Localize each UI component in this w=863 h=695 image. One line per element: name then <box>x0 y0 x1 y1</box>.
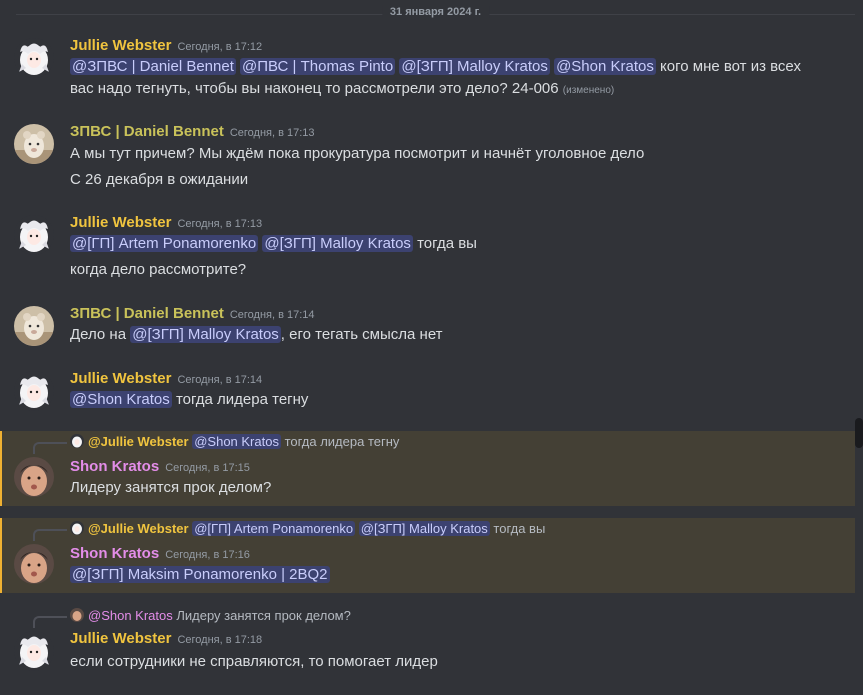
timestamp: Сегодня, в 17:16 <box>165 549 250 561</box>
message-text: тогда лидера тегну <box>171 391 309 408</box>
edited-label: (изменено) <box>562 85 615 96</box>
message-header: ЗПВС | Daniel Bennet Сегодня, в 17:14 <box>70 305 315 323</box>
avatar-shon[interactable] <box>14 544 54 584</box>
author-name[interactable]: Jullie Webster <box>70 370 171 387</box>
author-name[interactable]: Jullie Webster <box>70 37 171 54</box>
avatar-jullie[interactable] <box>14 215 54 255</box>
author-name[interactable]: ЗПВС | Daniel Bennet <box>70 305 224 322</box>
message-highlighted: @Jullie Webster @[ГП] Artem Ponamorenko … <box>0 518 855 593</box>
message-line: Дело на @[ЗГП] Malloy Kratos, его тегать… <box>70 324 443 346</box>
user-mention[interactable]: @[ЗГП] Malloy Kratos <box>399 58 550 75</box>
date-divider: 31 января 2024 г. <box>16 5 855 23</box>
message-text: вас надо тегнуть, чтобы вы наконец то ра… <box>70 80 563 97</box>
reply-author[interactable]: @Jullie Webster <box>88 434 189 449</box>
message: Jullie Webster Сегодня, в 17:12 @ЗПВС | D… <box>0 30 855 102</box>
avatar-jullie[interactable] <box>14 38 54 78</box>
message: Jullie Webster Сегодня, в 17:14 @Shon Kra… <box>0 363 855 419</box>
reply-spine <box>33 442 67 454</box>
user-mention[interactable]: @Shon Kratos <box>70 391 172 408</box>
message-header: Jullie Webster Сегодня, в 17:14 <box>70 370 262 388</box>
reply-avatar <box>70 434 84 448</box>
message-header: Jullie Webster Сегодня, в 17:13 <box>70 214 262 232</box>
message-header: Jullie Webster Сегодня, в 17:18 <box>70 630 262 648</box>
timestamp: Сегодня, в 17:12 <box>177 41 263 53</box>
user-mention[interactable]: @[ЗГП] Malloy Kratos <box>262 235 413 252</box>
user-mention[interactable]: @Shon Kratos <box>554 58 656 75</box>
message-highlighted: @Jullie Webster @Shon Kratos тогда лидер… <box>0 431 855 506</box>
message-line: если сотрудники не справляются, то помог… <box>70 653 438 670</box>
message-line: @Shon Kratos тогда лидера тегну <box>70 389 308 411</box>
avatar-jullie[interactable] <box>14 631 54 671</box>
timestamp: Сегодня, в 17:14 <box>177 374 263 386</box>
message-line: С 26 декабря в ожидании <box>70 171 249 188</box>
reply-preview[interactable]: @Jullie Webster @[ГП] Artem Ponamorenko … <box>33 521 546 541</box>
message-text: кого мне вот из всех <box>655 58 801 75</box>
user-mention[interactable]: @[ГП] Artem Ponamorenko <box>192 521 356 536</box>
user-mention[interactable]: @[ГП] Artem Ponamorenko <box>70 235 259 252</box>
avatar-daniel[interactable] <box>14 306 54 346</box>
divider-date: 31 января 2024 г. <box>381 6 490 18</box>
author-name[interactable]: Jullie Webster <box>70 214 171 231</box>
reply-preview[interactable]: @Shon Kratos Лидеру занятся прок делом? <box>33 608 351 628</box>
timestamp: Сегодня, в 17:13 <box>177 218 263 230</box>
message-header: Shon Kratos Сегодня, в 17:16 <box>70 545 250 563</box>
avatar-daniel[interactable] <box>14 124 54 164</box>
message-line: вас надо тегнуть, чтобы вы наконец то ра… <box>70 78 614 102</box>
timestamp: Сегодня, в 17:15 <box>165 462 250 474</box>
user-mention[interactable]: @ПВС | Thomas Pinto <box>240 58 396 75</box>
reply-author[interactable]: @Jullie Webster <box>88 521 189 536</box>
message-line: @[ЗГП] Maksim Ponamorenko | 2BQ2 <box>70 564 330 586</box>
message: ЗПВС | Daniel Bennet Сегодня, в 17:13 А м… <box>0 116 855 196</box>
reply-avatar <box>70 608 84 622</box>
avatar-jullie[interactable] <box>14 371 54 411</box>
user-mention[interactable]: @[ЗГП] Maksim Ponamorenko | 2BQ2 <box>70 566 330 583</box>
author-name[interactable]: Shon Kratos <box>70 458 159 475</box>
author-name[interactable]: Jullie Webster <box>70 630 171 647</box>
message: Jullie Webster Сегодня, в 17:13 @[ГП] Art… <box>0 207 855 287</box>
reply-avatar <box>70 521 84 535</box>
user-mention[interactable]: @Shon Kratos <box>192 434 281 449</box>
message: @Shon Kratos Лидеру занятся прок делом? … <box>0 605 855 685</box>
reply-text: тогда вы <box>489 521 546 536</box>
message-header: Jullie Webster Сегодня, в 17:12 <box>70 37 262 55</box>
timestamp: Сегодня, в 17:18 <box>177 634 263 646</box>
message-line: @[ГП] Artem Ponamorenko @[ЗГП] Malloy Kr… <box>70 233 477 255</box>
timestamp: Сегодня, в 17:14 <box>229 309 315 321</box>
reply-text: тогда лидера тегну <box>280 434 400 449</box>
message-line: Лидеру занятся прок делом? <box>70 479 272 496</box>
scrollbar-thumb[interactable] <box>855 418 863 448</box>
message-text: тогда вы <box>412 235 477 252</box>
author-name[interactable]: ЗПВС | Daniel Bennet <box>70 123 224 140</box>
message-line: когда дело рассмотрите? <box>70 261 247 278</box>
message-header: ЗПВС | Daniel Bennet Сегодня, в 17:13 <box>70 123 315 141</box>
user-mention[interactable]: @ЗПВС | Daniel Bennet <box>70 58 236 75</box>
message-line: А мы тут причем? Мы ждём пока прокуратур… <box>70 145 645 162</box>
timestamp: Сегодня, в 17:13 <box>229 127 315 139</box>
message-text: Дело на <box>70 326 131 343</box>
reply-author[interactable]: @Shon Kratos <box>88 608 173 623</box>
reply-spine <box>33 529 67 541</box>
message-header: Shon Kratos Сегодня, в 17:15 <box>70 458 250 476</box>
reply-text: Лидеру занятся прок делом? <box>172 608 351 623</box>
message: ЗПВС | Daniel Bennet Сегодня, в 17:14 Дел… <box>0 298 855 354</box>
avatar-shon[interactable] <box>14 457 54 497</box>
reply-spine <box>33 616 67 628</box>
user-mention[interactable]: @[ЗГП] Malloy Kratos <box>358 521 490 536</box>
message-text: , его тегать смысла нет <box>280 326 443 343</box>
reply-preview[interactable]: @Jullie Webster @Shon Kratos тогда лидер… <box>33 434 400 454</box>
message-line: @ЗПВС | Daniel Bennet @ПВС | Thomas Pint… <box>70 56 801 78</box>
author-name[interactable]: Shon Kratos <box>70 545 159 562</box>
user-mention[interactable]: @[ЗГП] Malloy Kratos <box>130 326 281 343</box>
